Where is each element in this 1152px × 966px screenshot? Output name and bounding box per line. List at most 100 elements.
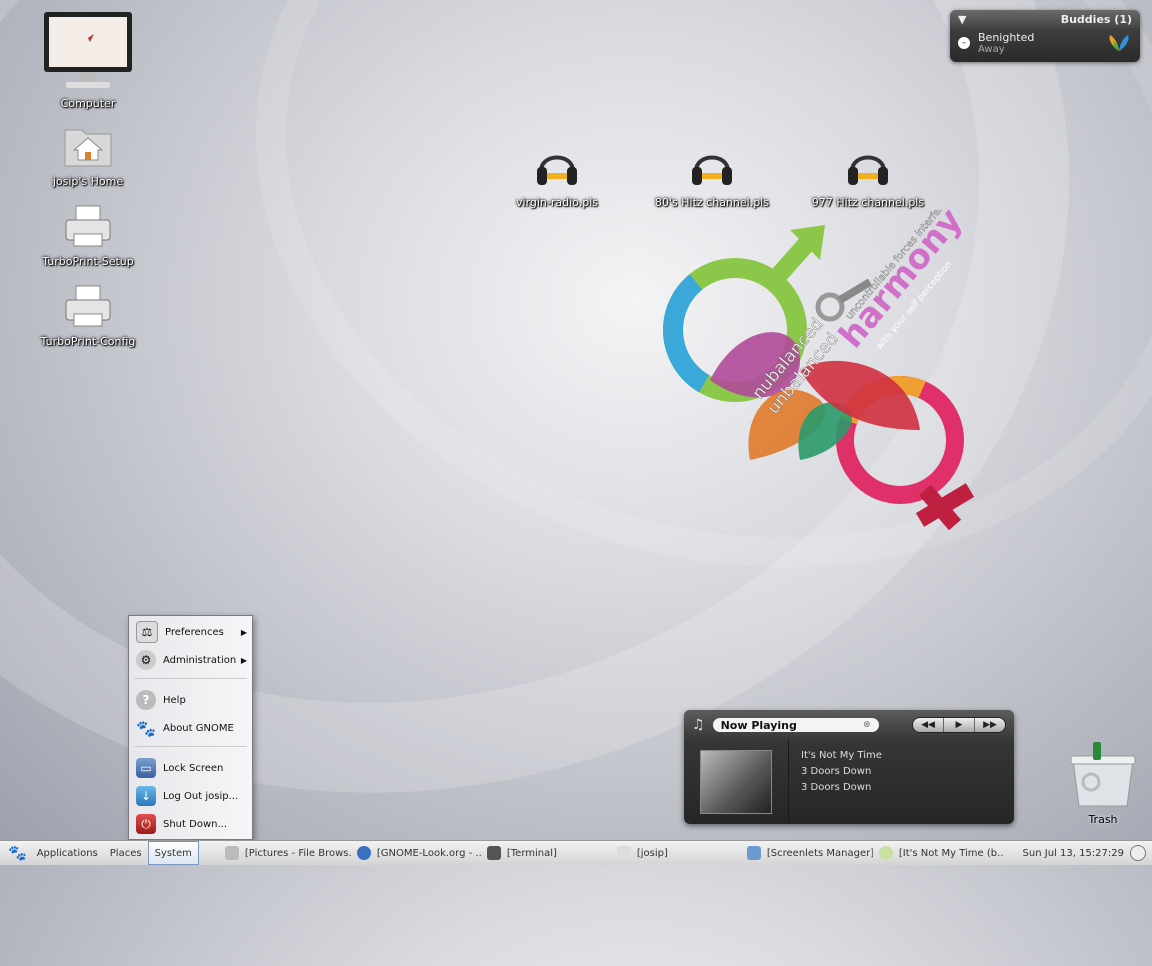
taskbar-button-label: [Screenlets Manager] bbox=[766, 847, 873, 859]
desktop-icon-trash[interactable]: Trash bbox=[1060, 740, 1146, 826]
desktop-icon-turboprint-setup[interactable]: TurboPrint-Setup bbox=[23, 202, 153, 268]
desktop-icon-computer[interactable]: Computer bbox=[23, 10, 153, 110]
next-button[interactable]: ▶▶ bbox=[975, 718, 1005, 732]
playback-controls: ◀◀ ▶ ▶▶ bbox=[912, 717, 1006, 733]
lock-icon: ▭ bbox=[136, 758, 156, 778]
desktop-icon-label: TurboPrint-Setup bbox=[42, 255, 134, 268]
buddies-header[interactable]: ▼ Buddies (1) bbox=[950, 10, 1140, 28]
system-menu: ⚖ Preferences ▶ ⚙ Administration ▶ ? Hel… bbox=[128, 615, 253, 840]
headphones-icon bbox=[848, 155, 888, 185]
logout-icon: ↓ bbox=[136, 786, 156, 806]
browser-icon bbox=[356, 846, 371, 860]
taskbar-button-label: [It's Not My Time (b... bbox=[898, 847, 1003, 859]
taskbar-button[interactable]: [Pictures - File Brows... bbox=[219, 842, 351, 864]
menu-item-label: Help bbox=[163, 694, 186, 706]
headphones-icon bbox=[692, 155, 732, 185]
taskbar-button-label: [GNOME-Look.org - ... bbox=[376, 847, 481, 859]
previous-button[interactable]: ◀◀ bbox=[913, 718, 944, 732]
notification-icon[interactable] bbox=[1130, 842, 1152, 864]
taskbar-button[interactable]: [It's Not My Time (b... bbox=[873, 842, 1003, 864]
now-playing-toolbar: ♫ Now Playing ⊗ ◀◀ ▶ ▶▶ bbox=[684, 710, 1014, 740]
menu-item-label: Administration bbox=[163, 654, 237, 666]
wallpaper-text: harmony bbox=[831, 210, 970, 356]
gnome-icon: 🐾 bbox=[136, 718, 156, 738]
desktop-icon-label: Trash bbox=[1088, 813, 1118, 826]
menu-item-shut-down[interactable]: ⏻ Shut Down... bbox=[129, 812, 252, 836]
desktop-icon-home[interactable]: josip's Home bbox=[23, 122, 153, 188]
submenu-arrow-icon: ▶ bbox=[240, 627, 247, 637]
desktop-icon-label: virgin-radio.pls bbox=[516, 196, 598, 209]
away-status-icon: – bbox=[958, 37, 970, 49]
taskbar-button[interactable]: [josip] bbox=[611, 842, 741, 864]
menu-item-label: Lock Screen bbox=[163, 762, 224, 774]
desktop-icon-label: josip's Home bbox=[52, 175, 124, 188]
clear-icon[interactable]: ⊗ bbox=[863, 720, 871, 730]
taskbar-button-label: [josip] bbox=[636, 847, 668, 859]
home-folder-icon bbox=[64, 129, 112, 167]
gnome-foot-icon[interactable]: 🐾 bbox=[0, 842, 31, 864]
administration-icon: ⚙ bbox=[136, 650, 156, 670]
music-icon bbox=[878, 846, 893, 860]
screenlets-icon bbox=[746, 846, 761, 860]
track-album: 3 Doors Down bbox=[801, 782, 872, 793]
clock[interactable]: Sun Jul 13, 15:27:29 bbox=[1017, 842, 1130, 864]
music-note-icon: ♫ bbox=[692, 717, 705, 733]
menu-item-label: About GNOME bbox=[163, 722, 234, 734]
printer-icon bbox=[65, 285, 111, 327]
buddy-status: Away bbox=[978, 44, 1005, 55]
taskbar-button[interactable]: [GNOME-Look.org - ... bbox=[351, 842, 481, 864]
window-icon bbox=[616, 846, 631, 860]
wallpaper-artwork: nubalanced unbalanced uncontrollable for… bbox=[663, 210, 975, 531]
buddy-name: Benighted bbox=[978, 31, 1035, 44]
menu-item-label: Log Out josip... bbox=[163, 790, 239, 802]
msn-butterfly-icon bbox=[1109, 35, 1129, 51]
buddy-row[interactable]: – Benighted Away bbox=[950, 28, 1140, 58]
menu-separator bbox=[134, 746, 247, 747]
taskbar-button-label: [Terminal] bbox=[506, 847, 557, 859]
track-title: It's Not My Time bbox=[801, 750, 882, 761]
menu-separator bbox=[134, 678, 247, 679]
computer-icon bbox=[44, 12, 132, 88]
applications-menu[interactable]: Applications bbox=[31, 842, 104, 864]
desktop-icon-playlist[interactable]: virgin-radio.pls bbox=[492, 143, 622, 209]
bottom-panel: 🐾 Applications Places System [Pictures -… bbox=[0, 840, 1152, 865]
terminal-icon bbox=[486, 846, 501, 860]
menu-item-label: Shut Down... bbox=[163, 818, 227, 830]
desktop-icon-label: Computer bbox=[60, 97, 116, 110]
taskbar-button[interactable]: [Screenlets Manager] bbox=[741, 842, 873, 864]
album-art bbox=[684, 740, 789, 824]
preferences-icon: ⚖ bbox=[136, 621, 158, 643]
folder-icon bbox=[224, 846, 239, 860]
submenu-arrow-icon: ▶ bbox=[240, 655, 247, 665]
desktop-icon-label: TurboPrint-Config bbox=[40, 335, 136, 348]
taskbar-button[interactable]: [Terminal] bbox=[481, 842, 611, 864]
buddies-widget: ▼ Buddies (1) – Benighted Away bbox=[950, 10, 1140, 62]
menu-item-about-gnome[interactable]: 🐾 About GNOME bbox=[129, 716, 252, 740]
desktop-icon-playlist[interactable]: 80's Hitz channel.pls bbox=[647, 143, 777, 209]
headphones-icon bbox=[537, 155, 577, 185]
trash-icon bbox=[1070, 742, 1136, 807]
album-cover-image bbox=[700, 750, 772, 814]
buddies-title: Buddies (1) bbox=[1060, 12, 1132, 26]
system-menu-button[interactable]: System bbox=[147, 841, 199, 865]
desktop-icon-playlist[interactable]: 977 Hitz channel.pls bbox=[803, 143, 933, 209]
menu-item-preferences[interactable]: ⚖ Preferences ▶ bbox=[129, 620, 252, 644]
menu-item-help[interactable]: ? Help bbox=[129, 688, 252, 712]
now-playing-widget: ♫ Now Playing ⊗ ◀◀ ▶ ▶▶ It's Not My Time… bbox=[684, 710, 1014, 824]
menu-item-log-out[interactable]: ↓ Log Out josip... bbox=[129, 784, 252, 808]
help-icon: ? bbox=[136, 690, 156, 710]
play-button[interactable]: ▶ bbox=[944, 718, 975, 732]
collapse-triangle-icon[interactable]: ▼ bbox=[958, 13, 966, 26]
desktop-icon-label: 977 Hitz channel.pls bbox=[811, 196, 925, 209]
now-playing-field[interactable]: Now Playing ⊗ bbox=[712, 718, 879, 732]
desktop-icon-label: 80's Hitz channel.pls bbox=[655, 196, 769, 209]
menu-item-administration[interactable]: ⚙ Administration ▶ bbox=[129, 648, 252, 672]
printer-icon bbox=[65, 205, 111, 247]
places-menu[interactable]: Places bbox=[104, 842, 148, 864]
track-artist: 3 Doors Down bbox=[801, 766, 872, 777]
shutdown-icon: ⏻ bbox=[136, 814, 156, 834]
menu-item-lock-screen[interactable]: ▭ Lock Screen bbox=[129, 756, 252, 780]
taskbar-button-label: [Pictures - File Brows... bbox=[244, 847, 351, 859]
desktop-icon-turboprint-config[interactable]: TurboPrint-Config bbox=[23, 282, 153, 348]
now-playing-label: Now Playing bbox=[720, 718, 797, 732]
